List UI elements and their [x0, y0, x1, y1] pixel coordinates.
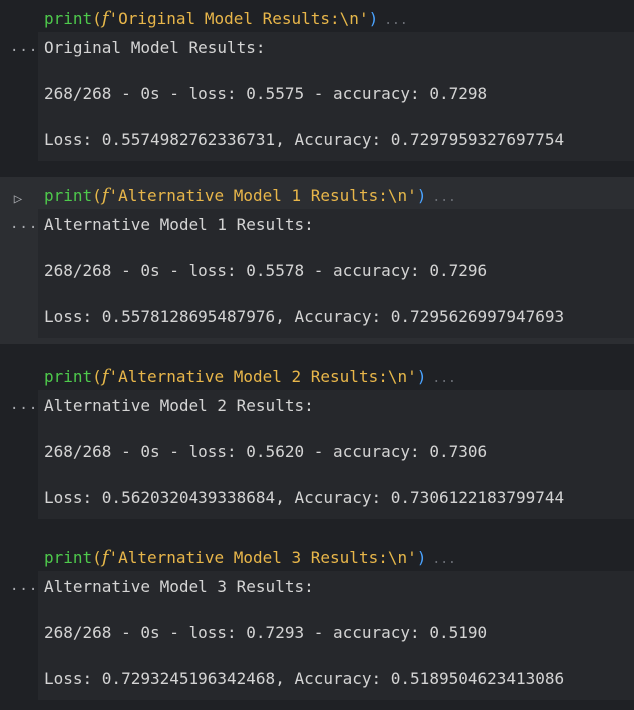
output-line: 268/268 - 0s - loss: 0.5620 - accuracy: …	[44, 442, 488, 461]
code-line[interactable]: print(f'Alternative Model 2 Results:\n')…	[44, 366, 456, 388]
output-menu-icon[interactable]: ...	[10, 217, 38, 231]
output-line: Alternative Model 1 Results:	[44, 215, 314, 234]
string-literal: 'Alternative Model 3 Results:	[108, 548, 388, 567]
output-line: 268/268 - 0s - loss: 0.5575 - accuracy: …	[44, 84, 488, 103]
collapsed-code-indicator[interactable]: ...	[432, 371, 455, 386]
string-literal: 'Alternative Model 2 Results:	[108, 367, 388, 386]
output-line: Alternative Model 3 Results:	[44, 577, 314, 596]
notebook-cell-2[interactable]: ▷ print(f'Alternative Model 1 Results:\n…	[0, 177, 634, 344]
output-line: Loss: 0.5578128695487976, Accuracy: 0.72…	[44, 307, 565, 326]
function-name: print	[44, 548, 93, 567]
output-menu-icon[interactable]: ...	[10, 398, 38, 412]
collapsed-code-indicator[interactable]: ...	[432, 190, 455, 205]
output-line: Loss: 0.5574982762336731, Accuracy: 0.72…	[44, 130, 565, 149]
output-line: Alternative Model 2 Results:	[44, 396, 314, 415]
notebook-cell-1[interactable]: print(f'Original Model Results:\n')... .…	[0, 0, 634, 167]
code-line[interactable]: print(f'Alternative Model 3 Results:\n')…	[44, 547, 456, 569]
string-literal: 'Alternative Model 1 Results:	[108, 186, 388, 205]
output-line: Loss: 0.5620320439338684, Accuracy: 0.73…	[44, 488, 565, 507]
cell-output: Original Model Results: 268/268 - 0s - l…	[38, 32, 634, 161]
function-name: print	[44, 186, 93, 205]
cell-output: Alternative Model 1 Results: 268/268 - 0…	[38, 209, 634, 338]
output-line: Loss: 0.7293245196342468, Accuracy: 0.51…	[44, 669, 565, 688]
collapsed-code-indicator[interactable]: ...	[432, 552, 455, 567]
output-menu-icon[interactable]: ...	[10, 40, 38, 54]
notebook-cell-4[interactable]: print(f'Alternative Model 3 Results:\n')…	[0, 539, 634, 706]
output-line: 268/268 - 0s - loss: 0.7293 - accuracy: …	[44, 623, 488, 642]
code-line[interactable]: print(f'Alternative Model 1 Results:\n')…	[44, 185, 456, 207]
function-name: print	[44, 367, 93, 386]
cell-output: Alternative Model 2 Results: 268/268 - 0…	[38, 390, 634, 519]
notebook-cell-3[interactable]: print(f'Alternative Model 2 Results:\n')…	[0, 358, 634, 525]
output-line: Original Model Results:	[44, 38, 266, 57]
output-menu-icon[interactable]: ...	[10, 579, 38, 593]
cell-output: Alternative Model 3 Results: 268/268 - 0…	[38, 571, 634, 700]
output-line: 268/268 - 0s - loss: 0.5578 - accuracy: …	[44, 261, 488, 280]
collapsed-code-indicator[interactable]: ...	[384, 13, 407, 28]
run-cell-icon[interactable]: ▷	[10, 191, 26, 207]
function-name: print	[44, 9, 93, 28]
code-line[interactable]: print(f'Original Model Results:\n')...	[44, 8, 408, 30]
string-literal: 'Original Model Results:	[108, 9, 340, 28]
